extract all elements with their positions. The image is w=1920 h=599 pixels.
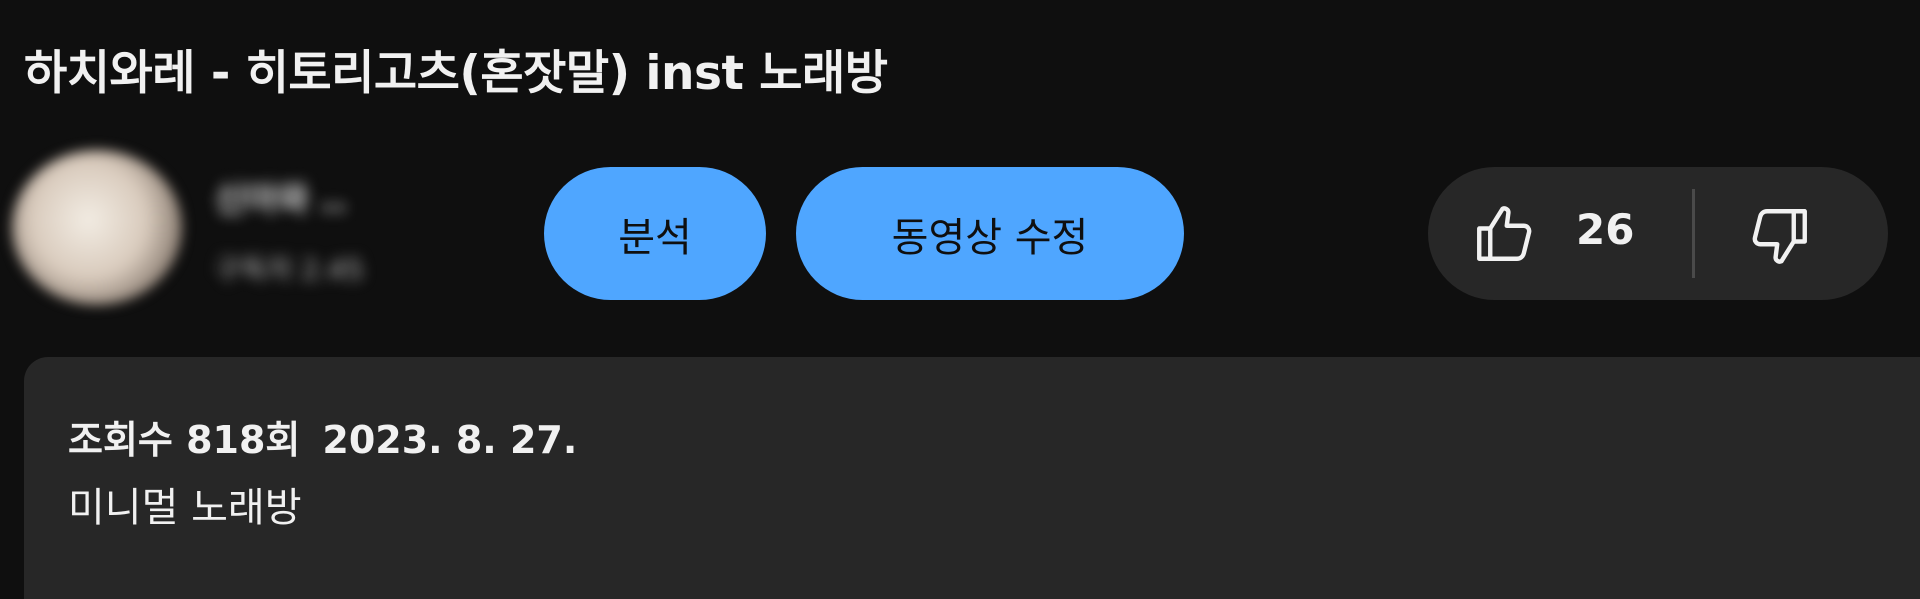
edit-video-button[interactable]: 동영상 수정 [796,167,1184,300]
rating-divider [1692,189,1695,278]
like-dislike-group: 26 [1428,167,1888,300]
upload-date: 2023. 8. 27. [322,418,578,462]
dislike-button[interactable] [1696,167,1888,300]
thumbs-down-icon [1752,209,1807,264]
description-meta: 조회수 818회 2023. 8. 27. [68,409,577,464]
like-button[interactable]: 26 [1428,167,1692,300]
video-watch-page: 하치와레 - 히토리고츠(혼잣말) inst 노래방 신아와 .. 구독자 2.… [0,0,1920,599]
description-box[interactable]: 조회수 818회 2023. 8. 27. 미니멀 노래방 [24,357,1920,599]
video-title: 하치와레 - 히토리고츠(혼잣말) inst 노래방 [24,46,888,101]
channel-avatar[interactable] [12,150,182,305]
view-count: 조회수 818회 [68,418,301,462]
analytics-button-label: 분석 [618,214,692,261]
edit-video-button-label: 동영상 수정 [891,214,1089,261]
description-text: 미니멀 노래방 [68,485,302,531]
thumbs-up-icon [1477,206,1532,261]
channel-name[interactable]: 신아와 .. [215,172,347,221]
channel-subscriber-count: 구독자 2.45 [215,253,364,286]
like-count: 26 [1576,205,1635,254]
analytics-button[interactable]: 분석 [544,167,766,300]
